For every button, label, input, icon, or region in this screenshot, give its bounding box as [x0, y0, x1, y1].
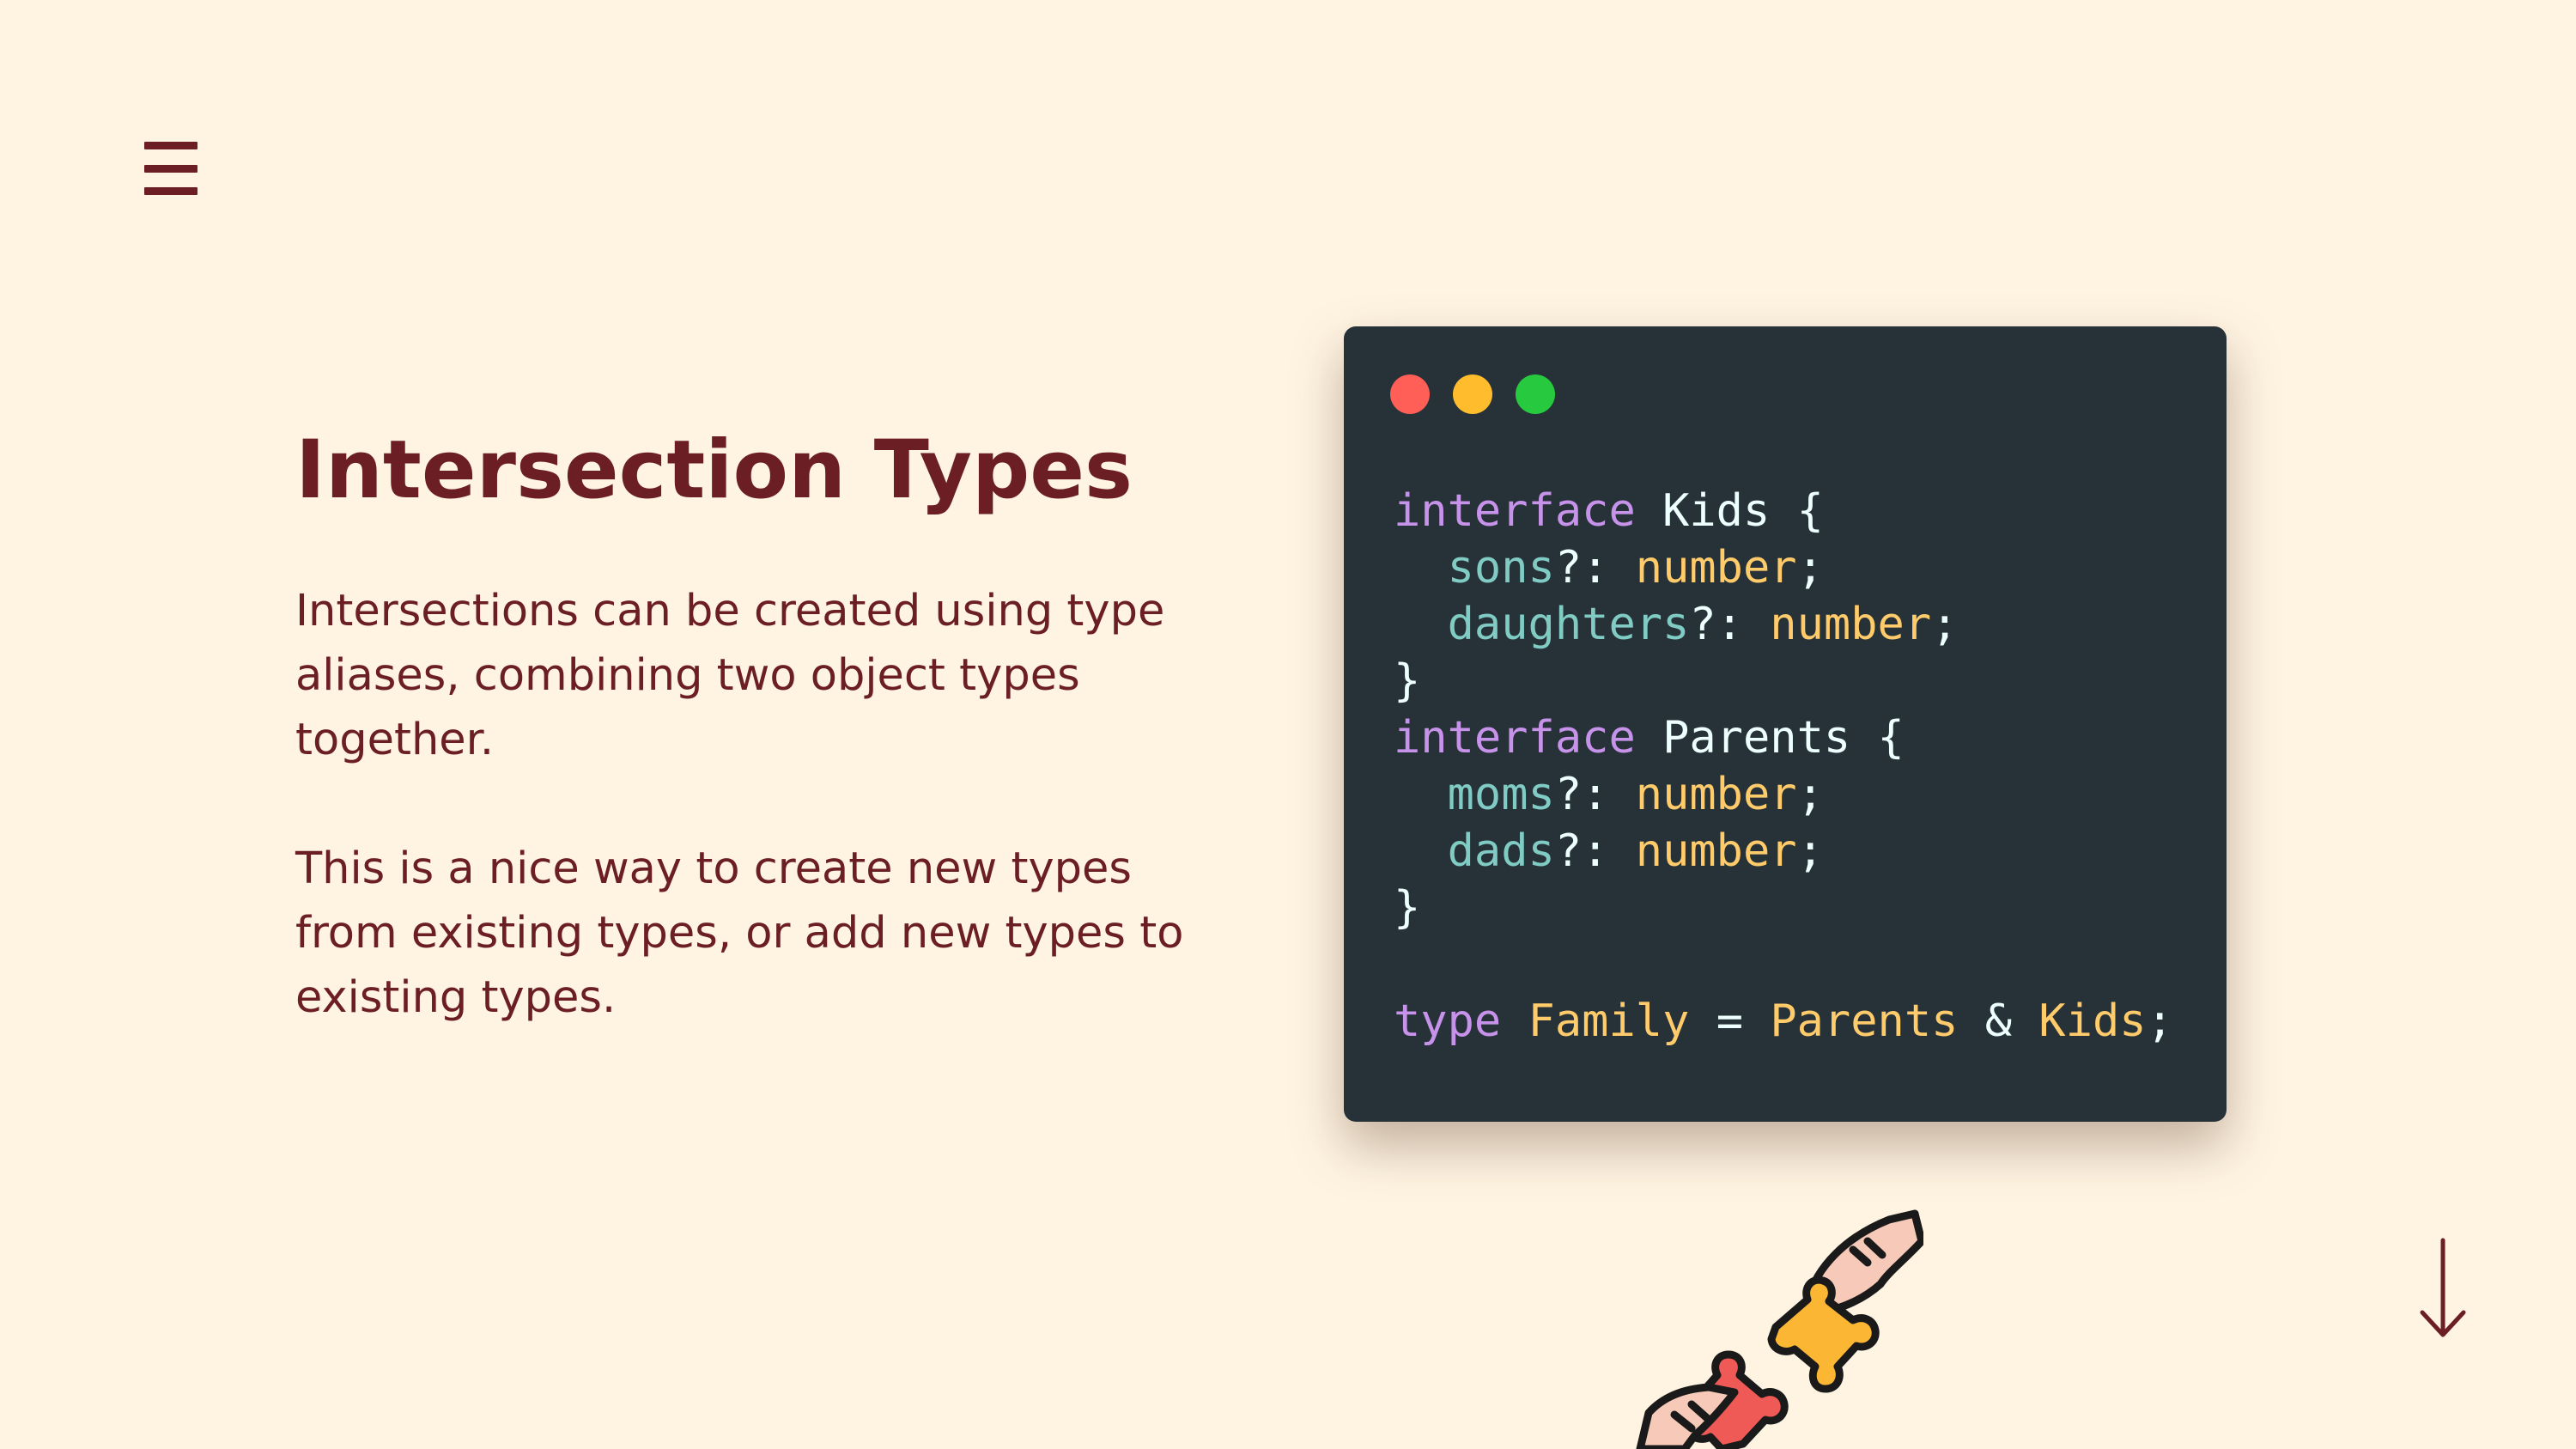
code-token: }: [1394, 882, 1421, 934]
menu-bar-middle: [144, 164, 197, 173]
code-line: }: [1394, 653, 2173, 709]
code-block: interface Kids { sons?: number; daughter…: [1394, 483, 2173, 1050]
code-token: ;: [1796, 769, 1824, 820]
code-token: Kids: [2038, 995, 2147, 1047]
code-token: number: [1635, 825, 1797, 877]
code-token: }: [1394, 655, 1421, 707]
code-token: sons: [1394, 542, 1555, 594]
code-token: Kids {: [1635, 485, 1824, 537]
code-line: daughters?: number;: [1394, 596, 2173, 653]
code-token: interface: [1394, 485, 1636, 537]
code-token: ?:: [1554, 769, 1636, 820]
code-token: number: [1770, 599, 1932, 650]
slide-paragraph-2: This is a nice way to create new types f…: [295, 843, 1184, 1023]
code-token: Parents: [1770, 995, 1959, 1047]
puzzle-hands-icon: [1636, 1209, 1923, 1449]
slide-paragraph-1: Intersections can be created using type …: [295, 586, 1165, 765]
arrow-down-icon[interactable]: [2417, 1237, 2469, 1340]
code-token: ;: [1796, 825, 1824, 877]
code-token: ;: [1796, 542, 1824, 594]
code-token: interface: [1394, 712, 1636, 764]
code-token: ?:: [1689, 599, 1771, 650]
menu-bar-top: [144, 142, 197, 149]
code-token: ?:: [1554, 542, 1636, 594]
code-token: =: [1689, 995, 1771, 1047]
code-token: &: [1958, 995, 2039, 1047]
code-window: interface Kids { sons?: number; daughter…: [1344, 326, 2227, 1122]
code-token: ;: [1931, 599, 1959, 650]
code-line: }: [1394, 880, 2173, 936]
code-token: type: [1394, 995, 1502, 1047]
code-token: number: [1635, 542, 1797, 594]
code-token: daughters: [1394, 599, 1690, 650]
code-line: type Family = Parents & Kids;: [1394, 993, 2173, 1050]
code-line: moms?: number;: [1394, 766, 2173, 823]
hamburger-menu-icon[interactable]: [144, 142, 197, 195]
code-token: ?:: [1554, 825, 1636, 877]
window-minimize-dot: [1453, 374, 1492, 414]
code-token: number: [1635, 769, 1797, 820]
code-token: Parents {: [1635, 712, 1905, 764]
code-line: interface Kids {: [1394, 483, 2173, 539]
code-token: Family: [1528, 995, 1690, 1047]
window-close-dot: [1390, 374, 1430, 414]
code-token: ;: [2146, 995, 2173, 1047]
code-token: dads: [1394, 825, 1555, 877]
code-line: interface Parents {: [1394, 709, 2173, 766]
menu-bar-bottom: [144, 187, 197, 195]
slide-title: Intersection Types: [295, 423, 1133, 517]
code-token: moms: [1394, 769, 1555, 820]
code-line: dads?: number;: [1394, 823, 2173, 880]
window-maximize-dot: [1516, 374, 1555, 414]
code-line: sons?: number;: [1394, 539, 2173, 596]
